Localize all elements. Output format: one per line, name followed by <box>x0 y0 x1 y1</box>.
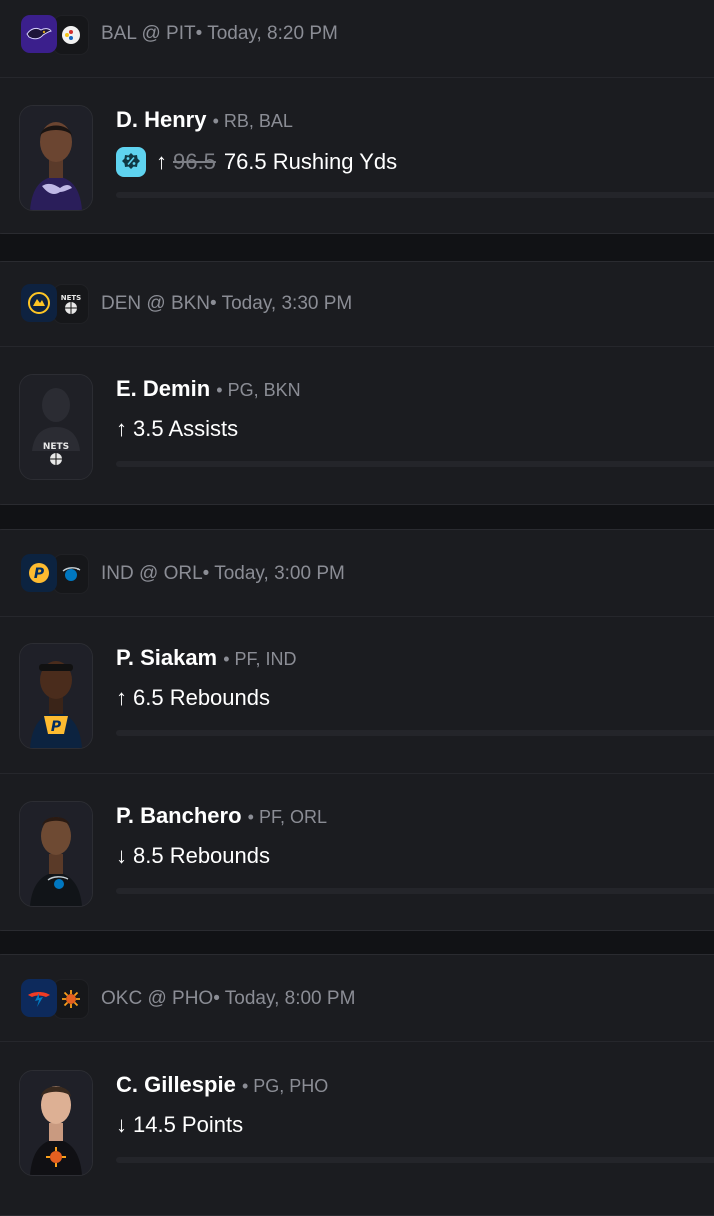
player-name: E. Demin • PG, BKN <box>116 376 301 402</box>
player-photo-henry <box>19 105 93 211</box>
steelers-logo <box>53 15 89 55</box>
arrow-up-icon: ↑ <box>116 685 127 710</box>
game-card[interactable]: OKC @ PHO• Today, 8:00 PM C. Gillespie •… <box>0 954 714 1216</box>
magic-logo <box>53 554 89 594</box>
progress-track <box>116 192 714 198</box>
game-card[interactable]: P IND @ ORL• Today, 3:00 PM P P. Siakam <box>0 529 714 931</box>
nuggets-logo <box>21 284 57 322</box>
prop-row[interactable]: P P. Siakam • PF, IND ↑ 6.5 Rebounds <box>0 643 714 783</box>
prop-value: 76.5 Rushing Yds <box>223 149 398 174</box>
player-name: P. Siakam • PF, IND <box>116 645 297 671</box>
game-time: • Today, 8:20 PM <box>195 23 338 44</box>
divider <box>0 773 714 774</box>
game-info: DEN @ BKN• Today, 3:30 PM <box>101 293 352 315</box>
team-logos <box>21 979 89 1019</box>
player-name: C. Gillespie • PG, PHO <box>116 1072 328 1098</box>
game-header: P IND @ ORL• Today, 3:00 PM <box>0 530 714 617</box>
prop-row[interactable]: P. Banchero • PF, ORL ↓ 8.5 Rebounds <box>0 801 714 941</box>
player-position: • PG, PHO <box>241 1076 329 1096</box>
player-position: • PF, ORL <box>247 807 327 827</box>
svg-text:NETS: NETS <box>43 442 69 452</box>
player-name-text: P. Siakam <box>116 645 218 670</box>
divider <box>0 77 714 78</box>
prop-line: ↓ 14.5 Points <box>116 1112 243 1138</box>
original-line: 96.5 <box>173 149 216 174</box>
game-time: • Today, 3:00 PM <box>202 563 345 584</box>
player-name: P. Banchero • PF, ORL <box>116 803 327 829</box>
svg-text:P: P <box>51 719 62 735</box>
game-time: • Today, 3:30 PM <box>210 293 353 314</box>
progress-track <box>116 1157 714 1163</box>
player-position: • PF, IND <box>223 649 297 669</box>
arrow-up-icon: ↑ <box>116 416 127 441</box>
prop-line: ↑ 3.5 Assists <box>116 416 238 442</box>
discount-badge-icon <box>116 147 146 177</box>
player-photo-banchero <box>19 801 93 907</box>
player-position: • RB, BAL <box>212 111 293 131</box>
ravens-logo <box>21 15 57 53</box>
player-name: D. Henry • RB, BAL <box>116 107 293 133</box>
game-time: • Today, 8:00 PM <box>213 988 356 1009</box>
team-logos: P <box>21 554 89 594</box>
nets-logo: NETS <box>53 284 89 324</box>
player-position: • PG, BKN <box>216 380 301 400</box>
arrow-down-icon: ↓ <box>116 843 127 868</box>
pacers-logo: P <box>21 554 57 592</box>
prop-line: ↑ 6.5 Rebounds <box>116 685 270 711</box>
player-name-text: D. Henry <box>116 107 207 132</box>
prop-line: ↓ 8.5 Rebounds <box>116 843 270 869</box>
divider <box>0 1041 714 1042</box>
team-logos: NETS <box>21 284 89 324</box>
prop-line: ↑ 96.5 76.5 Rushing Yds <box>116 147 397 177</box>
player-name-text: E. Demin <box>116 376 211 401</box>
game-info: OKC @ PHO• Today, 8:00 PM <box>101 988 355 1010</box>
player-name-text: C. Gillespie <box>116 1072 236 1097</box>
game-header: OKC @ PHO• Today, 8:00 PM <box>0 955 714 1042</box>
matchup: IND @ ORL <box>101 563 203 584</box>
prop-value: 14.5 Points <box>133 1112 244 1137</box>
game-header: NETS DEN @ BKN• Today, 3:30 PM <box>0 262 714 347</box>
arrow-down-icon: ↓ <box>116 1112 127 1137</box>
game-info: BAL @ PIT• Today, 8:20 PM <box>101 23 338 45</box>
matchup: BAL @ PIT <box>101 23 196 44</box>
suns-logo <box>53 979 89 1019</box>
prop-row[interactable]: NETS E. Demin • PG, BKN ↑ 3.5 Assists <box>0 374 714 514</box>
player-silhouette: NETS <box>19 374 93 480</box>
prop-row[interactable]: C. Gillespie • PG, PHO ↓ 14.5 Points <box>0 1070 714 1210</box>
arrow-up-icon: ↑ <box>156 149 167 174</box>
svg-text:NETS: NETS <box>61 294 81 302</box>
thunder-logo <box>21 979 57 1017</box>
game-card[interactable]: NETS DEN @ BKN• Today, 3:30 PM NETS E. D… <box>0 261 714 505</box>
progress-track <box>116 730 714 736</box>
player-photo-siakam: P <box>19 643 93 749</box>
prop-row[interactable]: D. Henry • RB, BAL ↑ 96.5 76.5 Rushing Y… <box>0 105 714 245</box>
divider <box>0 346 714 347</box>
prop-value: 8.5 Rebounds <box>133 843 270 868</box>
player-photo-gillespie <box>19 1070 93 1176</box>
game-card[interactable]: BAL @ PIT• Today, 8:20 PM D. Henry • RB,… <box>0 0 714 234</box>
game-info: IND @ ORL• Today, 3:00 PM <box>101 563 345 585</box>
divider <box>0 616 714 617</box>
prop-value: 3.5 Assists <box>133 416 239 441</box>
matchup: OKC @ PHO <box>101 988 214 1009</box>
progress-track <box>116 888 714 894</box>
svg-text:P: P <box>34 566 45 582</box>
player-name-text: P. Banchero <box>116 803 242 828</box>
team-logos <box>21 15 89 55</box>
matchup: DEN @ BKN <box>101 293 211 314</box>
prop-value: 6.5 Rebounds <box>133 685 270 710</box>
game-header: BAL @ PIT• Today, 8:20 PM <box>0 0 714 78</box>
progress-track <box>116 461 714 467</box>
